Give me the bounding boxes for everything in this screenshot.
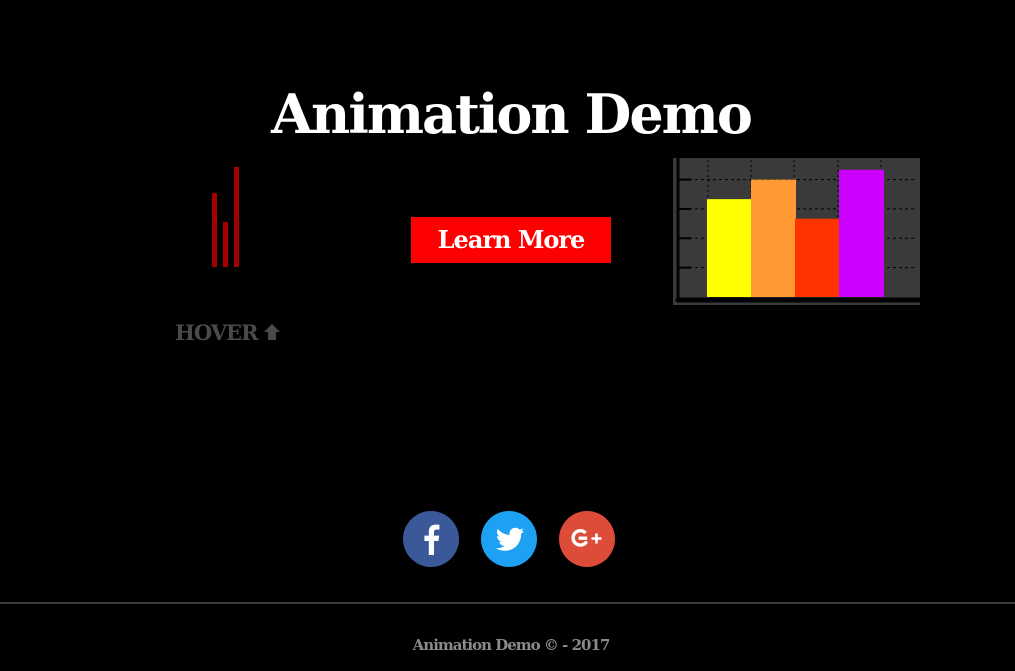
chart-bar — [707, 199, 752, 297]
footer-divider — [0, 602, 1015, 604]
red-bar — [212, 193, 217, 267]
google-plus-link[interactable] — [559, 511, 615, 567]
footer-copyright: Animation Demo © - 2017 — [412, 636, 611, 654]
facebook-icon — [403, 511, 459, 567]
chart-bar — [795, 218, 840, 297]
social-links — [0, 511, 1015, 567]
hover-animation-widget[interactable]: HOVER — [160, 160, 300, 360]
red-bar — [234, 167, 239, 267]
facebook-link[interactable] — [403, 511, 459, 567]
chart-bar — [839, 169, 884, 297]
twitter-icon — [481, 511, 537, 567]
learn-more-button[interactable]: Learn More — [411, 217, 611, 263]
twitter-link[interactable] — [481, 511, 537, 567]
hover-label[interactable]: HOVER — [175, 318, 282, 348]
chart-bar — [751, 179, 796, 297]
bar-chart — [671, 157, 921, 307]
arrow-up-icon — [263, 324, 280, 340]
page-title: Animation Demo — [271, 82, 753, 146]
hover-text: HOVER — [175, 320, 259, 345]
red-bar — [223, 222, 228, 267]
google-plus-icon — [559, 511, 615, 567]
red-bar-animation — [212, 167, 239, 267]
